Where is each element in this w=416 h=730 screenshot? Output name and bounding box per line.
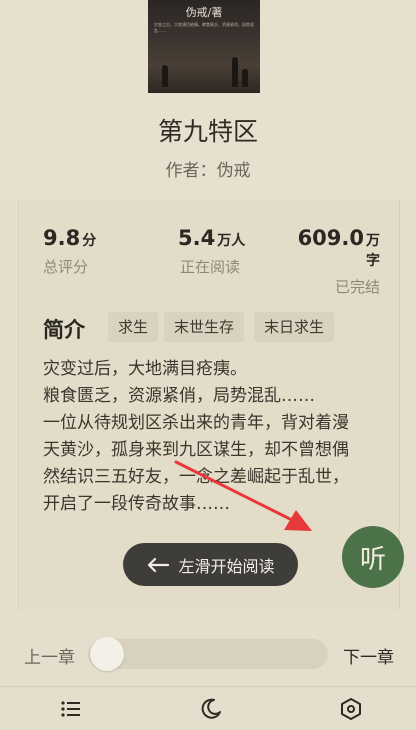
listen-button[interactable]: 听 xyxy=(342,526,404,588)
bottom-toolbar xyxy=(0,686,416,730)
start-reading-label: 左滑开始阅读 xyxy=(178,556,275,576)
book-header: 伪戒/著 灾变之后，大地满目疮痍。粮食匮乏，资源紧俏，局势混乱…… 第九特区 作… xyxy=(0,0,416,200)
arrow-left-icon xyxy=(148,557,170,572)
settings-icon[interactable] xyxy=(339,697,363,721)
description-line: 开启了一段传奇故事…… xyxy=(43,494,230,514)
stat-value: 9.8 xyxy=(43,226,81,250)
stat-label: 正在阅读 xyxy=(180,258,241,276)
intro-heading: 简介 xyxy=(43,318,85,342)
slider-handle[interactable] xyxy=(90,637,124,671)
book-cover[interactable]: 伪戒/著 灾变之后，大地满目疮痍。粮食匮乏，资源紧俏，局势混乱…… xyxy=(148,0,260,93)
start-reading-button[interactable]: 左滑开始阅读 xyxy=(123,543,298,586)
cover-figure xyxy=(242,69,248,87)
tag-apocalypse-survival[interactable]: 末世生存 xyxy=(164,312,245,342)
prev-chapter-button[interactable]: 上一章 xyxy=(24,643,75,668)
cover-author: 伪戒/著 xyxy=(185,6,223,19)
listen-label: 听 xyxy=(359,544,386,575)
stat-value: 609.0 xyxy=(297,226,364,250)
stat-unit: 万人 xyxy=(217,233,246,249)
stat-label: 总评分 xyxy=(43,258,89,276)
stat-value: 5.4 xyxy=(178,226,216,250)
stat-unit: 万字 xyxy=(366,233,380,269)
book-title: 第九特区 xyxy=(157,117,258,146)
book-author: 作者：伪戒 xyxy=(165,161,251,181)
description-line: 天黄沙，孤身来到九区谋生，却不曾想偶 xyxy=(43,440,349,460)
description-line: 一位从待规划区杀出来的青年，背对着漫 xyxy=(43,413,349,433)
stat-readers: 5.4 万人 正在阅读 xyxy=(178,226,245,277)
list-icon[interactable] xyxy=(59,697,83,721)
chapter-progress-slider[interactable] xyxy=(88,637,328,671)
cover-figure xyxy=(232,57,238,87)
cover-figure xyxy=(162,65,168,87)
chapter-navigation: 上一章 下一章 xyxy=(0,625,416,685)
cover-blurb: 灾变之后，大地满目疮痍。粮食匮乏，资源紧俏，局势混乱…… xyxy=(154,22,254,33)
moon-icon[interactable] xyxy=(199,697,223,721)
stat-rating: 9.8 分 总评分 xyxy=(43,226,96,277)
description-line: 粮食匮乏，资源紧俏，局势混乱…… xyxy=(43,386,315,406)
description-line: 灾变过后，大地满目疮痍。 xyxy=(43,359,247,379)
next-chapter-button[interactable]: 下一章 xyxy=(343,643,394,668)
stat-unit: 分 xyxy=(82,233,97,249)
book-description: 灾变过后，大地满目疮痍。 粮食匮乏，资源紧俏，局势混乱…… 一位从待规划区杀出来… xyxy=(43,356,388,518)
tag-doomsday-survival[interactable]: 末日求生 xyxy=(254,312,335,342)
description-line: 然结识三五好友，一念之差崛起于乱世， xyxy=(43,467,349,487)
stat-label: 已完结 xyxy=(334,278,380,296)
tag-survival[interactable]: 求生 xyxy=(108,312,159,342)
stat-wordcount: 609.0 万字 已完结 xyxy=(288,226,380,297)
